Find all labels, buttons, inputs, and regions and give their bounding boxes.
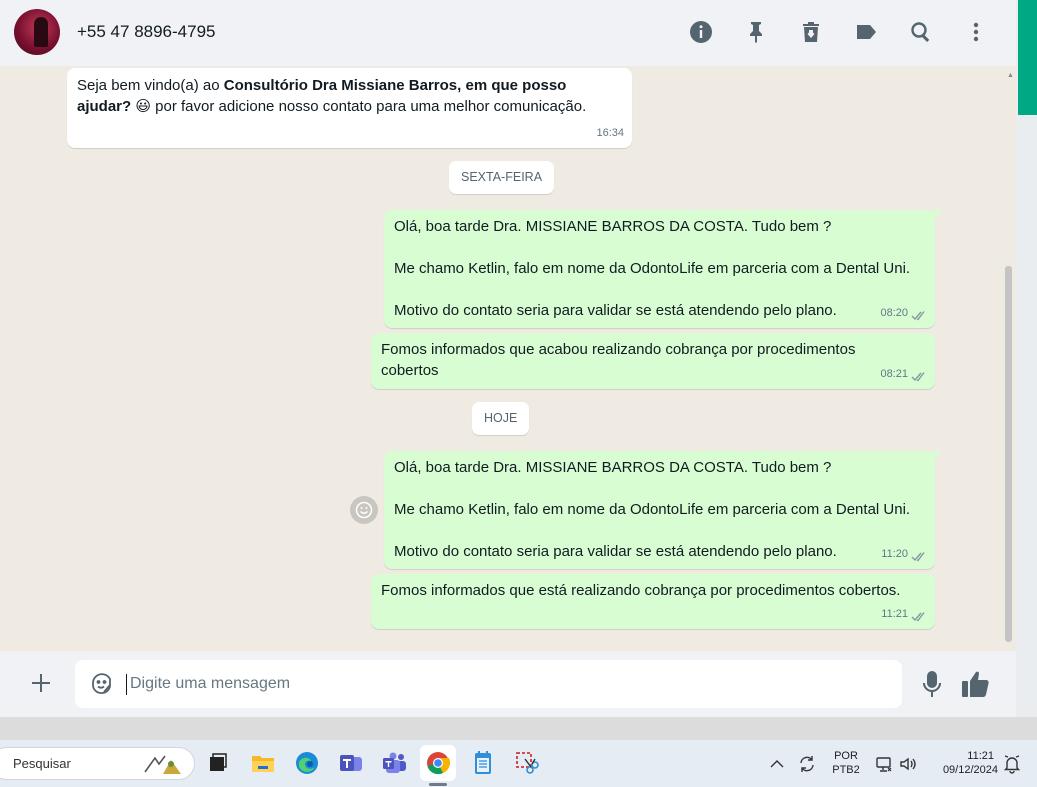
text-caret (126, 674, 127, 695)
taskbar-search-placeholder: Pesquisar (13, 756, 71, 771)
message-line: Me chamo Ketlin, falo em nome da OdontoL… (394, 260, 911, 277)
notification-bell-icon[interactable] (1002, 754, 1022, 774)
accent-strip (1018, 0, 1037, 115)
chat-header: +55 47 8896-4795 (0, 0, 1016, 66)
incoming-message[interactable]: Seja bem vindo(a) ao Consultório Dra Mis… (67, 68, 632, 148)
input-language-indicator[interactable]: POR PTB2 (832, 750, 860, 776)
show-hidden-icons-chevron-icon[interactable] (767, 754, 787, 774)
message-line: cobertos (381, 362, 439, 379)
bubble-tail (934, 210, 942, 220)
double-check-icon (911, 369, 927, 382)
double-check-icon (911, 609, 927, 622)
react-emoji-icon[interactable] (350, 496, 378, 524)
double-check-icon (911, 308, 927, 321)
keyboard-layout-code: PTB2 (832, 764, 860, 776)
message-time: 11:21 (881, 604, 927, 625)
sync-icon[interactable] (797, 754, 817, 774)
message-line: Motivo do contato seria para validar se … (394, 302, 837, 319)
thumbs-up-icon[interactable] (960, 669, 992, 699)
outgoing-message[interactable]: Olá, boa tarde Dra. MISSIANE BARROS DA C… (384, 210, 942, 328)
taskbar-clock[interactable]: 11:21 09/12/2024 (928, 750, 998, 776)
search-highlight-icon (144, 755, 181, 774)
active-app-indicator (429, 783, 447, 786)
attach-plus-icon[interactable] (28, 670, 54, 696)
teams-icon[interactable] (381, 749, 409, 777)
chat-area[interactable]: ▲ Seja bem vindo(a) ao Consultório Dra M… (0, 66, 1016, 651)
side-panel-edge (1016, 0, 1037, 740)
more-options-icon[interactable] (961, 17, 991, 47)
window-bottom-edge (0, 717, 1037, 740)
message-time: 16:34 (596, 127, 624, 139)
message-line: Olá, boa tarde Dra. MISSIANE BARROS DA C… (394, 218, 832, 235)
clock-time: 11:21 (967, 750, 994, 762)
scroll-up-arrow-icon[interactable]: ▲ (1007, 72, 1014, 79)
message-time: 08:21 (880, 364, 927, 385)
message-line: Motivo do contato seria para validar se … (394, 543, 837, 560)
contact-name[interactable]: +55 47 8896-4795 (77, 22, 216, 42)
search-icon[interactable] (906, 17, 936, 47)
compose-bar (0, 651, 1016, 717)
outgoing-message[interactable]: Olá, boa tarde Dra. MISSIANE BARROS DA C… (384, 451, 942, 569)
teams-classic-icon[interactable] (337, 749, 365, 777)
sticker-icon[interactable] (89, 671, 115, 697)
message-time: 08:20 (880, 303, 927, 324)
message-line: Fomos informados que acabou realizando c… (381, 341, 856, 358)
file-explorer-icon[interactable] (249, 749, 277, 777)
message-input-box[interactable] (75, 660, 902, 708)
delete-icon[interactable] (796, 17, 826, 47)
snipping-tool-icon[interactable] (513, 749, 541, 777)
date-separator: SEXTA-FEIRA (449, 161, 555, 194)
message-line: Fomos informados que está realizando cob… (381, 582, 901, 599)
pin-icon[interactable] (741, 17, 771, 47)
chat-scrollbar[interactable] (1005, 266, 1012, 642)
taskbar-search[interactable]: Pesquisar (0, 747, 195, 780)
outgoing-message[interactable]: Fomos informados que acabou realizando c… (371, 333, 935, 389)
language-code: POR (834, 750, 858, 762)
clock-date: 09/12/2024 (942, 764, 998, 776)
notepad-icon[interactable] (469, 749, 497, 777)
network-icon[interactable] (874, 754, 894, 774)
message-time: 11:20 (881, 544, 927, 565)
message-line: Me chamo Ketlin, falo em nome da OdontoL… (394, 501, 911, 518)
message-line: Olá, boa tarde Dra. MISSIANE BARROS DA C… (394, 459, 832, 476)
microphone-icon[interactable] (919, 669, 945, 699)
windows-taskbar: Pesquisar POR PTB2 11:21 09/12/2024 (0, 740, 1037, 787)
date-separator: HOJE (472, 402, 530, 435)
label-icon[interactable] (851, 17, 881, 47)
outgoing-message[interactable]: Fomos informados que está realizando cob… (371, 574, 935, 629)
message-text: Seja bem vindo(a) ao Consultório Dra Mis… (77, 77, 587, 115)
contact-avatar[interactable] (14, 9, 60, 55)
task-view-icon[interactable] (203, 749, 231, 777)
volume-icon[interactable] (898, 754, 918, 774)
chrome-browser-icon[interactable] (420, 745, 456, 781)
message-input[interactable] (130, 660, 890, 708)
double-check-icon (911, 549, 927, 562)
bubble-tail (934, 451, 942, 461)
info-icon[interactable] (686, 17, 716, 47)
edge-browser-icon[interactable] (293, 749, 321, 777)
